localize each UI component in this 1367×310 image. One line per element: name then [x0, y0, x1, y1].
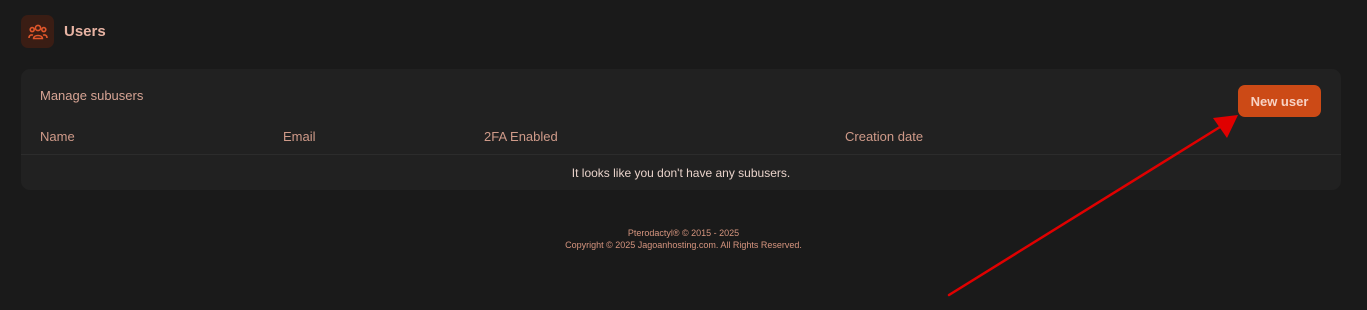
footer: Pterodactyl® © 2015 - 2025 Copyright © 2… [0, 227, 1367, 251]
subusers-card: Manage subusers New user Name Email 2FA … [21, 69, 1341, 190]
page-header: Users [21, 15, 106, 48]
new-user-button[interactable]: New user [1238, 85, 1321, 117]
users-page: Users Manage subusers New user Name Emai… [0, 0, 1367, 310]
column-header-creation-date[interactable]: Creation date [845, 129, 923, 144]
column-header-name[interactable]: Name [40, 129, 75, 144]
page-title: Users [64, 23, 106, 40]
card-title: Manage subusers [40, 88, 144, 103]
footer-copyright: Copyright © 2025 Jagoanhosting.com. All … [565, 240, 802, 250]
table-header: Name Email 2FA Enabled Creation date [21, 129, 1341, 155]
header-icon-container [21, 15, 54, 48]
users-icon [27, 24, 48, 39]
column-header-2fa[interactable]: 2FA Enabled [484, 129, 558, 144]
empty-state-message: It looks like you don't have any subuser… [571, 166, 791, 180]
column-header-email[interactable]: Email [283, 129, 316, 144]
footer-brand: Pterodactyl® © 2015 - 2025 [627, 228, 740, 238]
